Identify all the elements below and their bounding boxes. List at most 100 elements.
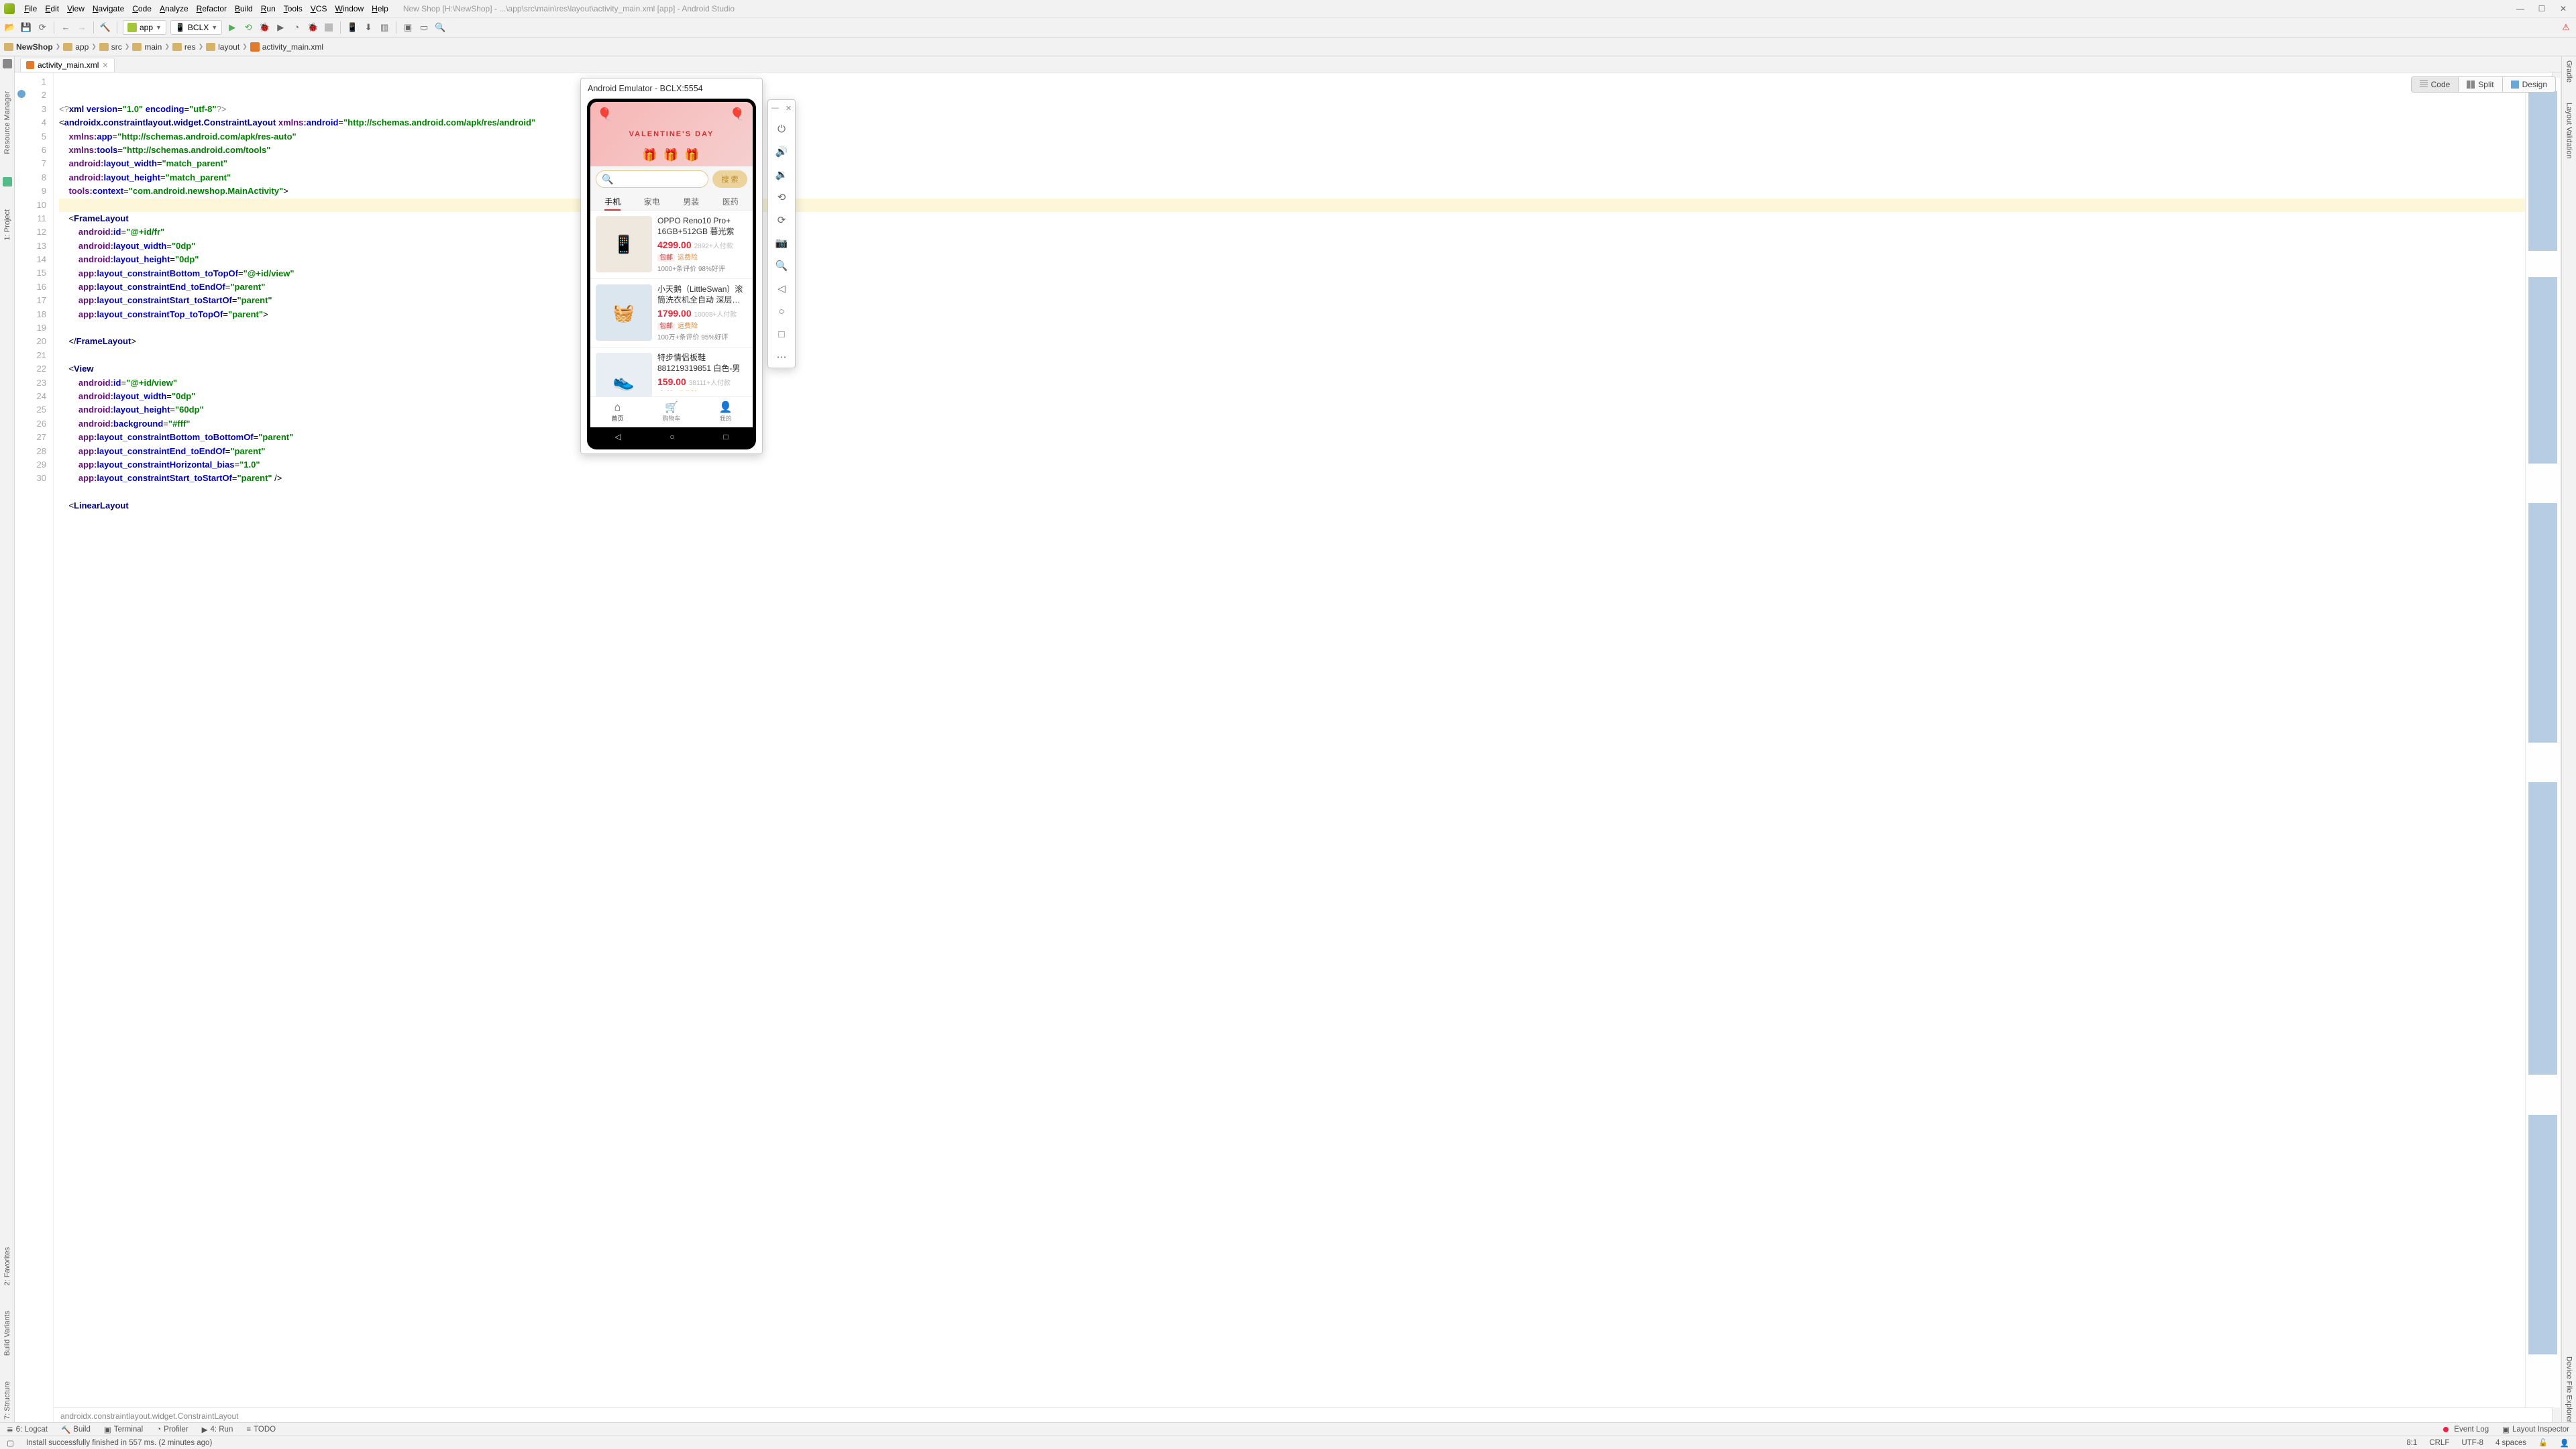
sync-icon[interactable]: ⟳	[36, 21, 48, 34]
resource-manager-tool-icon[interactable]	[3, 59, 12, 68]
breadcrumb-app[interactable]: app	[63, 42, 89, 52]
status-readonly-lock-icon[interactable]: 🔓	[2538, 1438, 2548, 1447]
back-icon[interactable]: ←	[60, 21, 72, 34]
app-search-input[interactable]: 🔍	[596, 170, 708, 188]
emulator-power-icon[interactable]: ⏻	[775, 122, 788, 136]
app-category-tab[interactable]: 手机	[604, 196, 621, 207]
breadcrumb-res[interactable]: res	[172, 42, 196, 52]
menu-build[interactable]: Build	[231, 3, 257, 15]
system-back-icon[interactable]: ◁	[614, 432, 621, 441]
emulator-icon[interactable]: ▭	[418, 21, 430, 34]
emulator-home-icon[interactable]: ○	[775, 305, 788, 318]
system-recents-icon[interactable]: □	[723, 432, 728, 441]
close-tab-icon[interactable]: ✕	[102, 61, 108, 70]
status-encoding[interactable]: UTF-8	[2461, 1439, 2483, 1447]
stop-icon[interactable]	[323, 21, 335, 34]
status-inspections-icon[interactable]: 👤	[2560, 1438, 2569, 1448]
tab-build[interactable]: 🔨 Build	[61, 1425, 91, 1434]
mode-design[interactable]: Design	[2502, 77, 2555, 92]
left-tool-structure[interactable]: 7: Structure	[3, 1379, 11, 1422]
menu-window[interactable]: Window	[331, 3, 368, 15]
project-tool-icon[interactable]	[3, 177, 12, 186]
mode-split[interactable]: Split	[2458, 77, 2502, 92]
code-editor[interactable]: <?xml version="1.0" encoding="utf-8"?><a…	[54, 72, 2552, 1422]
breadcrumb-main[interactable]: main	[132, 42, 162, 52]
right-tool-device-file-explorer[interactable]: Device File Explorer	[2565, 1356, 2573, 1422]
left-tool-project[interactable]: 1: Project	[3, 207, 11, 243]
left-tool-favorites[interactable]: 2: Favorites	[3, 1244, 11, 1288]
app-product-item[interactable]: 👟特步情侣板鞋 881219319851 白色-男 …159.0038111+人…	[590, 347, 753, 396]
app-search-button[interactable]: 搜 索	[712, 170, 747, 188]
emulator-close-icon[interactable]: ✕	[786, 104, 792, 113]
right-tool-layout-validation[interactable]: Layout Validation	[2565, 103, 2573, 159]
open-icon[interactable]: 📂	[4, 21, 16, 34]
app-bottom-nav-item[interactable]: 🛒购物车	[645, 397, 699, 427]
tab-logcat[interactable]: ≣ 6: Logcat	[7, 1425, 48, 1434]
tab-terminal[interactable]: ▣ Terminal	[104, 1425, 143, 1434]
tab-run[interactable]: ▶ 4: Run	[202, 1425, 233, 1434]
debug-icon[interactable]: 🐞	[258, 21, 270, 34]
breadcrumb-src[interactable]: src	[99, 42, 122, 52]
app-product-list[interactable]: 📱OPPO Reno10 Pro+ 16GB+512GB 暮光紫 骁…4299.…	[590, 210, 753, 396]
app-category-tab[interactable]: 家电	[644, 196, 660, 207]
emulator-rotate-left-icon[interactable]: ⟲	[775, 191, 788, 204]
window-close-icon[interactable]: ✕	[2559, 4, 2568, 13]
tab-layout-inspector[interactable]: ▣ Layout Inspector	[2502, 1425, 2569, 1434]
menu-tools[interactable]: Tools	[280, 3, 307, 15]
mode-code[interactable]: Code	[2412, 77, 2459, 92]
forward-icon[interactable]: →	[76, 21, 88, 34]
editor-gutter[interactable]: 1234567891011121314151617181920212223242…	[15, 72, 54, 1422]
emulator-overview-icon[interactable]: □	[775, 327, 788, 341]
status-tool-window-toggle-icon[interactable]: ▢	[7, 1438, 14, 1448]
breadcrumb-newshop[interactable]: NewShop	[4, 42, 53, 52]
app-bottom-nav-item[interactable]: 👤我的	[698, 397, 753, 427]
menu-code[interactable]: Code	[128, 3, 156, 15]
right-tool-gradle[interactable]: Gradle	[2565, 60, 2573, 83]
save-icon[interactable]: 💾	[20, 21, 32, 34]
left-tool-build-variants[interactable]: Build Variants	[3, 1308, 11, 1358]
app-product-item[interactable]: 🧺小天鹅（LittleSwan）滚筒洗衣机全自动 深层…1799.0010008…	[590, 278, 753, 347]
emulator-window[interactable]: Android Emulator - BCLX:5554 VALENTINE'S…	[580, 78, 763, 454]
status-line-separator[interactable]: CRLF	[2429, 1439, 2449, 1447]
device-selector[interactable]: 📱 BCLX ▼	[170, 20, 222, 35]
menu-view[interactable]: View	[63, 3, 89, 15]
emulator-volume-down-icon[interactable]: 🔉	[775, 168, 788, 181]
system-home-icon[interactable]: ○	[669, 432, 674, 441]
emulator-more-icon[interactable]: ⋯	[775, 350, 788, 364]
menu-vcs[interactable]: VCS	[307, 3, 331, 15]
editor-tab-activity-main[interactable]: activity_main.xml ✕	[20, 58, 115, 72]
tab-event-log[interactable]: Event Log	[2443, 1426, 2489, 1434]
tab-todo[interactable]: ≡ TODO	[246, 1426, 276, 1434]
menu-help[interactable]: Help	[368, 3, 392, 15]
app-banner[interactable]: VALENTINE'S DAY 🎁 🎁 🎁	[590, 102, 753, 166]
tab-profiler[interactable]: ◔ Profiler	[156, 1426, 188, 1434]
app-bottom-nav-item[interactable]: ⌂首页	[590, 397, 645, 427]
emulator-screen[interactable]: VALENTINE'S DAY 🎁 🎁 🎁 🔍 搜 索 手机家电男装医药 📱OP…	[590, 102, 753, 427]
run-icon[interactable]: ▶	[226, 21, 238, 34]
code-minimap[interactable]	[2525, 78, 2560, 1407]
avd-manager-icon[interactable]: 📱	[346, 21, 358, 34]
breadcrumb-layout[interactable]: layout	[206, 42, 239, 52]
emulator-volume-up-icon[interactable]: 🔊	[775, 145, 788, 158]
menu-analyze[interactable]: Analyze	[156, 3, 193, 15]
left-tool-resource-manager[interactable]: Resource Manager	[3, 89, 11, 157]
emulator-minimize-icon[interactable]: —	[771, 104, 779, 113]
emulator-screenshot-icon[interactable]: 📷	[775, 236, 788, 250]
emulator-rotate-right-icon[interactable]: ⟳	[775, 213, 788, 227]
menu-navigate[interactable]: Navigate	[89, 3, 128, 15]
menu-edit[interactable]: Edit	[41, 3, 63, 15]
app-category-tab[interactable]: 医药	[722, 196, 739, 207]
status-caret-position[interactable]: 8:1	[2406, 1439, 2417, 1447]
apply-changes-icon[interactable]: ⟲	[242, 21, 254, 34]
menu-run[interactable]: Run	[257, 3, 280, 15]
menu-refactor[interactable]: Refactor	[193, 3, 231, 15]
editor-breadcrumb[interactable]: androidx.constraintlayout.widget.Constra…	[54, 1407, 2552, 1422]
profile-icon[interactable]: ◔	[290, 21, 303, 34]
status-indent[interactable]: 4 spaces	[2496, 1439, 2526, 1447]
breadcrumb-activity-main-xml[interactable]: activity_main.xml	[250, 42, 323, 52]
emulator-zoom-icon[interactable]: 🔍	[775, 259, 788, 272]
resource-manager-icon[interactable]: ▥	[378, 21, 390, 34]
attach-debugger-icon[interactable]: 🐞	[307, 21, 319, 34]
menu-file[interactable]: File	[20, 3, 41, 15]
sdk-manager-icon[interactable]: ⬇	[362, 21, 374, 34]
